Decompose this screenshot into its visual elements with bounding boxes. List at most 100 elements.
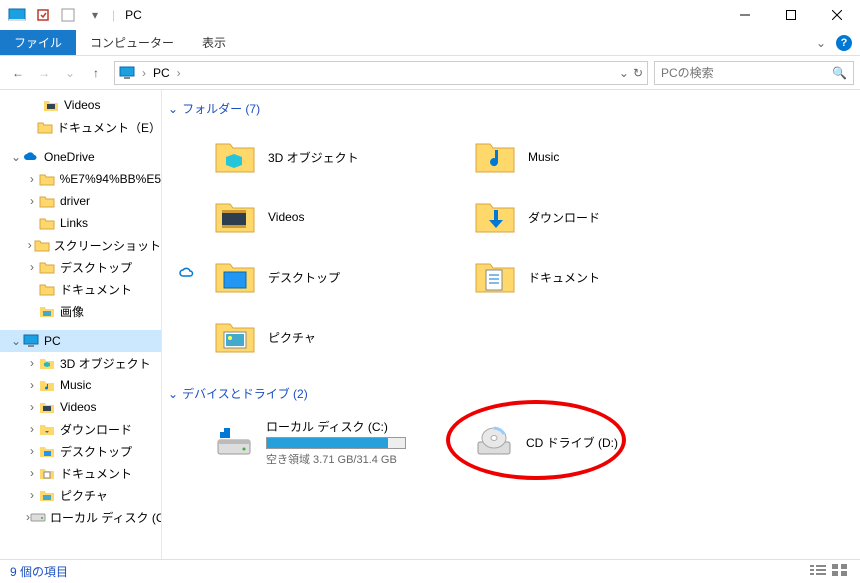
- folder-item[interactable]: デスクトップ: [168, 247, 428, 307]
- tree-item[interactable]: › driver: [0, 190, 161, 212]
- nav-up-button[interactable]: ↑: [84, 61, 108, 85]
- tree-caret-icon[interactable]: ⌄: [10, 150, 22, 164]
- tree-caret-icon[interactable]: ›: [26, 378, 38, 392]
- tree-item[interactable]: ›ローカル ディスク (C: [0, 506, 161, 528]
- search-box[interactable]: 🔍: [654, 61, 854, 85]
- tree-item[interactable]: › 3D オブジェクト: [0, 352, 161, 374]
- folder-item[interactable]: 3D オブジェクト: [168, 127, 428, 187]
- tree-item[interactable]: 画像: [0, 300, 161, 322]
- nav-history-dropdown[interactable]: ⌄: [58, 61, 82, 85]
- tree-item[interactable]: › ダウンロード: [0, 418, 161, 440]
- tree-item[interactable]: ›%E7%94%BB%E5: [0, 168, 161, 190]
- drive-item[interactable]: CD ドライブ (D:): [428, 412, 688, 472]
- tree-item[interactable]: › ドキュメント: [0, 462, 161, 484]
- tree-caret-icon[interactable]: ›: [26, 466, 38, 480]
- tree-item[interactable]: ›Videos: [0, 396, 161, 418]
- content-pane: ⌄ フォルダー (7) 3D オブジェクト Music Videosダウンロードデス…: [162, 90, 860, 559]
- folder-icon: [38, 171, 56, 187]
- folder-music-icon: [474, 136, 516, 178]
- folder-item-label: Music: [528, 150, 559, 164]
- tree-item[interactable]: › デスクトップ: [0, 256, 161, 278]
- search-input[interactable]: [661, 66, 832, 80]
- tab-computer[interactable]: コンピューター: [76, 30, 188, 55]
- large-icons-view-icon[interactable]: [830, 562, 850, 581]
- drive-item[interactable]: ローカル ディスク (C:)空き領域 3.71 GB/31.4 GB: [168, 412, 428, 472]
- sidebar-tree: Videosドキュメント（E）⌄OneDrive›%E7%94%BB%E5›dr…: [0, 90, 162, 559]
- folder-item[interactable]: Music: [428, 127, 688, 187]
- tree-item-label: ドキュメント（E）: [57, 119, 161, 136]
- tree-item-label: driver: [60, 194, 90, 208]
- folder-icon: [38, 259, 56, 275]
- tree-caret-icon[interactable]: ›: [26, 400, 38, 414]
- folder-item[interactable]: ドキュメント: [428, 247, 688, 307]
- tree-item-label: Videos: [64, 98, 100, 112]
- tree-item[interactable]: Videos: [0, 94, 161, 116]
- tab-file[interactable]: ファイル: [0, 30, 76, 55]
- tree-caret-icon[interactable]: ›: [26, 260, 38, 274]
- refresh-icon[interactable]: ↻: [633, 66, 643, 80]
- tree-caret-icon[interactable]: ›: [26, 488, 38, 502]
- folder-item[interactable]: ダウンロード: [428, 187, 688, 247]
- folder-music-icon: [38, 377, 56, 393]
- address-bar[interactable]: › PC › ⌄ ↻: [114, 61, 648, 85]
- tree-item-label: ローカル ディスク (C: [50, 509, 161, 526]
- window-controls: [722, 0, 860, 30]
- tree-caret-icon[interactable]: ›: [26, 172, 38, 186]
- qat-caret-icon[interactable]: ▾: [84, 4, 106, 26]
- tree-item[interactable]: Links: [0, 212, 161, 234]
- folder-document-icon: [474, 256, 516, 298]
- tree-caret-icon[interactable]: ›: [26, 356, 38, 370]
- tree-item-label: ダウンロード: [60, 421, 132, 438]
- tab-view[interactable]: 表示: [188, 30, 240, 55]
- folder-video-icon: [42, 97, 60, 113]
- chevron-right-icon[interactable]: ›: [142, 66, 146, 80]
- qat-properties-icon[interactable]: [32, 4, 54, 26]
- explorer-icon: [6, 4, 28, 26]
- tree-caret-icon[interactable]: ⌄: [10, 334, 22, 348]
- qat-dropdown-icon[interactable]: [58, 4, 80, 26]
- view-mode-buttons: [808, 562, 850, 581]
- folder-item[interactable]: ピクチャ: [168, 307, 428, 367]
- breadcrumb-pc[interactable]: PC: [153, 66, 170, 80]
- drive-icon: [30, 509, 46, 525]
- folder-item[interactable]: Videos: [168, 187, 428, 247]
- tree-item-label: デスクトップ: [60, 259, 132, 276]
- tree-item[interactable]: › デスクトップ: [0, 440, 161, 462]
- tree-item[interactable]: ⌄PC: [0, 330, 161, 352]
- nav-back-button[interactable]: ←: [6, 61, 30, 85]
- minimize-button[interactable]: [722, 0, 768, 30]
- nav-forward-button[interactable]: →: [32, 61, 56, 85]
- folder-dl-icon: [38, 421, 56, 437]
- tree-caret-icon[interactable]: ›: [26, 238, 34, 252]
- tree-caret-icon[interactable]: ›: [26, 422, 38, 436]
- ribbon-expand-icon[interactable]: ⌄: [816, 36, 826, 50]
- tree-item[interactable]: ⌄OneDrive: [0, 146, 161, 168]
- drives-group-header[interactable]: ⌄ デバイスとドライブ (2): [168, 385, 854, 402]
- tree-caret-icon[interactable]: ›: [26, 444, 38, 458]
- tree-caret-icon[interactable]: ›: [26, 194, 38, 208]
- address-dropdown-icon[interactable]: ⌄: [619, 66, 629, 80]
- tree-item[interactable]: ›Music: [0, 374, 161, 396]
- search-icon[interactable]: 🔍: [832, 66, 847, 80]
- tree-item[interactable]: ドキュメント（E）: [0, 116, 161, 138]
- breadcrumb[interactable]: › PC ›: [119, 66, 185, 80]
- folder-item-label: ドキュメント: [528, 269, 600, 286]
- help-icon[interactable]: ?: [836, 35, 852, 51]
- drives-grid: ローカル ディスク (C:)空き領域 3.71 GB/31.4 GBCD ドライ…: [168, 412, 854, 472]
- tree-item[interactable]: ›スクリーンショット: [0, 234, 161, 256]
- tree-item[interactable]: ドキュメント: [0, 278, 161, 300]
- folder-icon: [34, 237, 50, 253]
- tree-item[interactable]: › ピクチャ: [0, 484, 161, 506]
- tree-item-label: ドキュメント: [60, 465, 132, 482]
- chevron-right-icon[interactable]: ›: [177, 66, 181, 80]
- tree-item-label: ピクチャ: [60, 487, 108, 504]
- maximize-button[interactable]: [768, 0, 814, 30]
- tree-item-label: デスクトップ: [60, 443, 132, 460]
- chevron-down-icon: ⌄: [168, 387, 178, 401]
- folders-group-header[interactable]: ⌄ フォルダー (7): [168, 100, 854, 117]
- folder-video-icon: [214, 196, 256, 238]
- details-view-icon[interactable]: [808, 562, 828, 581]
- tree-item-label: 3D オブジェクト: [60, 355, 151, 372]
- close-button[interactable]: [814, 0, 860, 30]
- folders-grid: 3D オブジェクト Music Videosダウンロードデスクトップ ドキュメントピク…: [168, 127, 854, 367]
